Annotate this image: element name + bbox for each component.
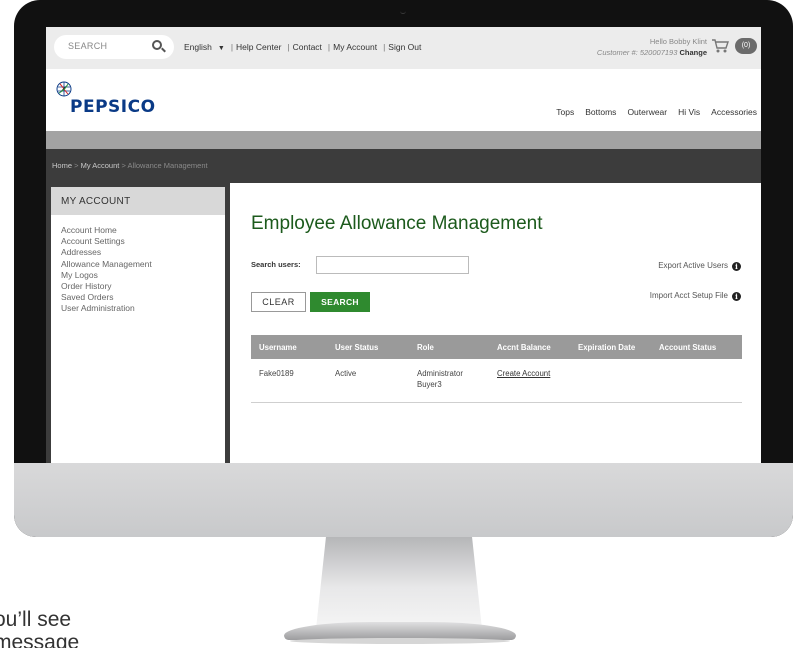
customer-number: Customer #: 520007193 <box>596 48 678 57</box>
stand-shadow <box>290 638 510 644</box>
utility-bar: SEARCH English ▼ | Help Center | Contact | My A… <box>46 27 761 69</box>
table-header: Username User Status Role Accnt Balance … <box>251 335 742 359</box>
cell-username: Fake0189 <box>259 369 294 378</box>
separator: | <box>230 42 234 52</box>
table-row: Fake0189 Active Administrator Buyer3 Crea… <box>251 359 742 403</box>
col-username[interactable]: Username <box>259 343 297 352</box>
cell-role: Administrator Buyer3 <box>417 368 463 390</box>
cropped-caption: ou’ll see message <box>0 608 80 648</box>
site-header: PEPSICO Tops Bottoms Outerwear Hi Vis Access… <box>46 69 761 131</box>
logo-text: PEPSICO <box>70 97 156 117</box>
breadcrumb-separator: > <box>74 161 79 170</box>
export-active-users[interactable]: Export Active Users i <box>658 261 741 271</box>
main-nav: Tops Bottoms Outerwear Hi Vis Accessories <box>545 107 757 117</box>
browser-screen: SEARCH English ▼ | Help Center | Contact | My A… <box>46 27 761 463</box>
users-table: Username User Status Role Accnt Balance … <box>251 335 742 403</box>
change-customer-link[interactable]: Change <box>679 48 707 57</box>
sidebar-menu: Account Home Account Settings Addresses … <box>61 225 152 315</box>
contact-link[interactable]: Contact <box>293 42 322 52</box>
greeting-text: Hello Bobby Klint <box>649 37 707 46</box>
nav-tops[interactable]: Tops <box>556 107 574 117</box>
clear-button[interactable]: CLEAR <box>251 292 306 312</box>
stage: SEARCH English ▼ | Help Center | Contact | My A… <box>0 0 793 648</box>
cart-icon[interactable] <box>711 38 729 54</box>
nav-outerwear[interactable]: Outerwear <box>627 107 667 117</box>
col-account-status[interactable]: Account Status <box>659 343 716 352</box>
create-account-link[interactable]: Create Account <box>497 368 550 379</box>
sidebar-item-account-settings[interactable]: Account Settings <box>61 236 152 247</box>
col-user-status[interactable]: User Status <box>335 343 378 352</box>
sidebar-item-user-administration[interactable]: User Administration <box>61 303 152 314</box>
separator: | <box>287 42 290 52</box>
caret-down-icon[interactable]: ▼ <box>218 45 225 52</box>
user-greeting: Hello Bobby Klint Customer #: 520007193 … <box>597 36 707 58</box>
nav-accessories[interactable]: Accessories <box>711 107 757 117</box>
divider-band <box>46 131 761 149</box>
breadcrumb: Home > My Account > Allowance Management <box>52 161 208 170</box>
sidebar-item-order-history[interactable]: Order History <box>61 281 152 292</box>
camera-icon <box>400 10 406 14</box>
breadcrumb-bar: Home > My Account > Allowance Management <box>46 149 761 183</box>
separator: | <box>327 42 331 52</box>
language-select[interactable]: English <box>184 42 212 52</box>
col-accnt-balance[interactable]: Accnt Balance <box>497 343 551 352</box>
sign-out-link[interactable]: Sign Out <box>388 42 421 52</box>
breadcrumb-home[interactable]: Home <box>52 161 72 170</box>
role-line-2: Buyer3 <box>417 380 442 389</box>
cart-count-badge[interactable]: (0) <box>735 38 757 54</box>
monitor-stand <box>316 537 482 629</box>
sidebar-item-my-logos[interactable]: My Logos <box>61 270 152 281</box>
main-panel: Employee Allowance Management Search use… <box>230 183 761 463</box>
monitor-chin <box>14 463 793 537</box>
site-search-placeholder: SEARCH <box>68 41 108 51</box>
cell-user-status: Active <box>335 369 357 378</box>
import-acct-setup-link[interactable]: Import Acct Setup File <box>650 291 728 300</box>
info-icon[interactable]: i <box>732 292 741 301</box>
site-search-input[interactable]: SEARCH <box>54 35 174 59</box>
nav-hi-vis[interactable]: Hi Vis <box>678 107 700 117</box>
search-button[interactable]: SEARCH <box>310 292 370 312</box>
imac-monitor: SEARCH English ▼ | Help Center | Contact | My A… <box>14 0 793 537</box>
breadcrumb-separator: > <box>121 161 126 170</box>
help-center-link[interactable]: Help Center <box>236 42 281 52</box>
breadcrumb-current: Allowance Management <box>127 161 208 170</box>
search-users-input[interactable] <box>316 256 469 274</box>
separator: | <box>383 42 386 52</box>
sidebar-item-saved-orders[interactable]: Saved Orders <box>61 292 152 303</box>
utility-links: English ▼ | Help Center | Contact | My Account |… <box>184 42 424 52</box>
info-icon[interactable]: i <box>732 262 741 271</box>
sidebar-item-allowance-management[interactable]: Allowance Management <box>61 259 152 270</box>
import-acct-setup[interactable]: Import Acct Setup File i <box>650 291 741 301</box>
pepsico-logo[interactable]: PEPSICO <box>54 81 204 121</box>
sidebar-heading: MY ACCOUNT <box>51 187 225 215</box>
export-active-users-link[interactable]: Export Active Users <box>658 261 728 270</box>
sidebar-item-addresses[interactable]: Addresses <box>61 247 152 258</box>
col-role[interactable]: Role <box>417 343 434 352</box>
account-sidebar: MY ACCOUNT Account Home Account Settings… <box>51 187 225 463</box>
search-users-label: Search users: <box>251 260 301 269</box>
globe-icon <box>56 81 72 97</box>
col-expiration-date[interactable]: Expiration Date <box>578 343 635 352</box>
nav-bottoms[interactable]: Bottoms <box>585 107 616 117</box>
sidebar-item-account-home[interactable]: Account Home <box>61 225 152 236</box>
my-account-link[interactable]: My Account <box>333 42 377 52</box>
role-line-1: Administrator <box>417 369 463 378</box>
page-title: Employee Allowance Management <box>251 213 543 234</box>
search-icon[interactable] <box>152 40 162 50</box>
breadcrumb-my-account[interactable]: My Account <box>81 161 120 170</box>
sidebar-heading-text: MY ACCOUNT <box>61 196 131 207</box>
